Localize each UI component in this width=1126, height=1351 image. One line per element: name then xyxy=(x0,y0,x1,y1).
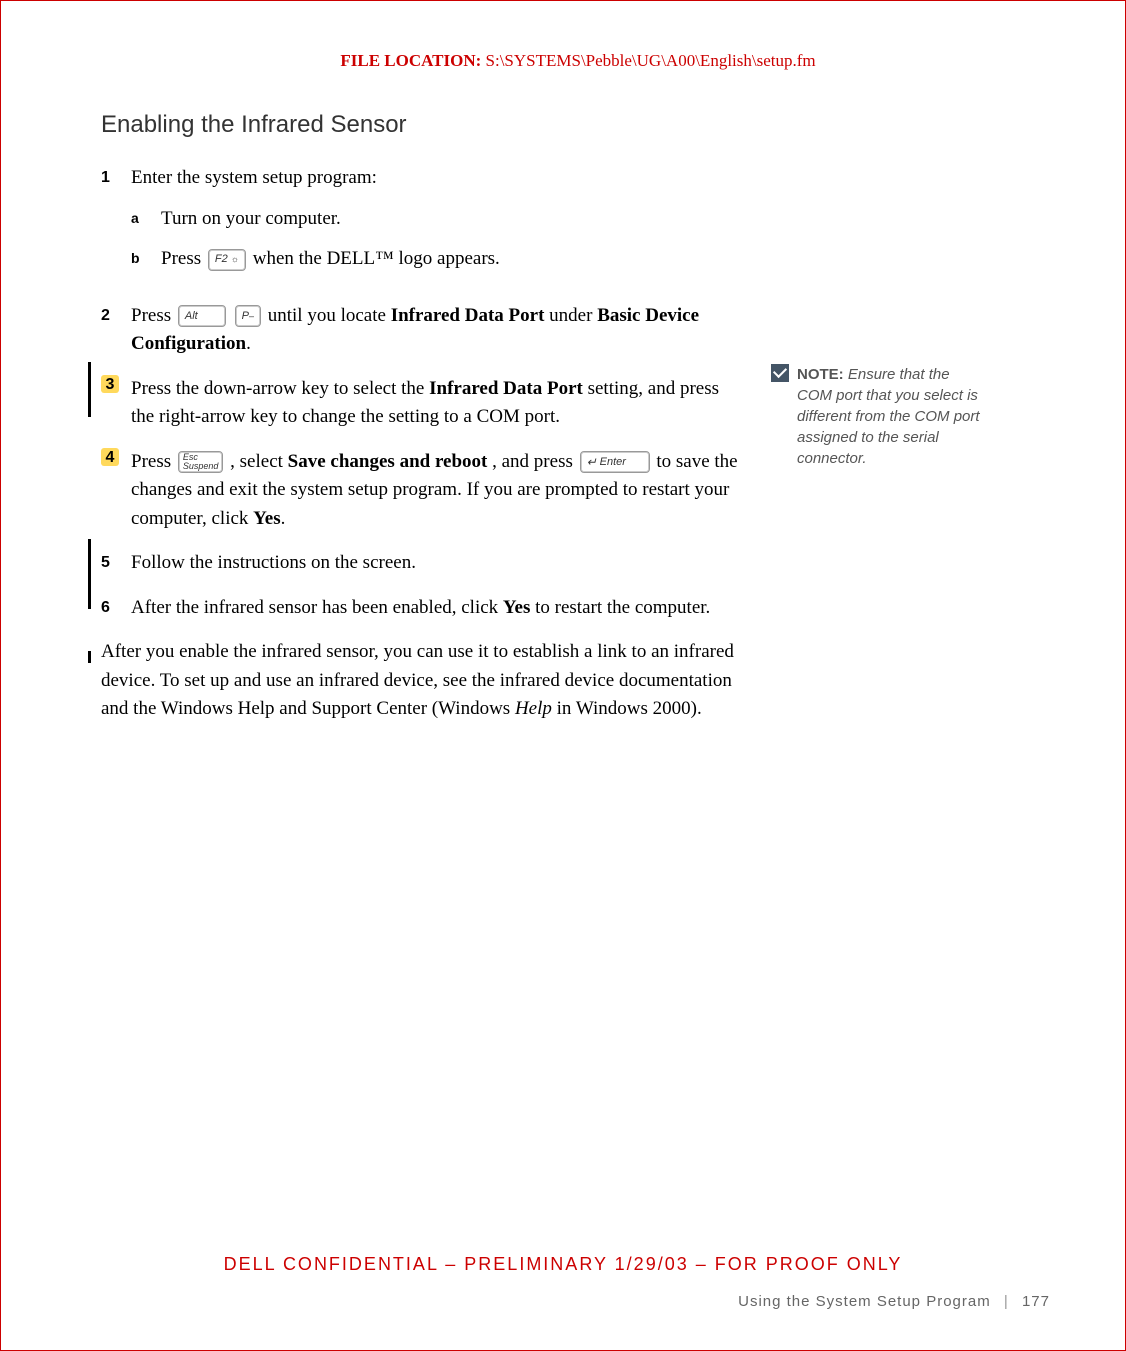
sidebar-note: NOTE: Ensure that the COM port that you … xyxy=(771,364,981,724)
document-page: FILE LOCATION: S:\SYSTEMS\Pebble\UG\A00\… xyxy=(1,1,1125,1350)
key-label-bottom: Suspend xyxy=(183,462,219,471)
text-fragment: until you locate xyxy=(268,305,391,326)
section-title: Enabling the Infrared Sensor xyxy=(101,111,1055,139)
bold-text: Save changes and reboot xyxy=(288,451,488,472)
key-label: Enter xyxy=(600,454,626,471)
change-bar xyxy=(88,362,91,417)
file-location-label: FILE LOCATION: xyxy=(340,51,481,70)
substep-text: Turn on your computer. xyxy=(161,205,741,234)
note-check-icon xyxy=(771,364,789,382)
p-key-icon: P – xyxy=(235,305,261,327)
step-number: 6 xyxy=(101,594,131,620)
substep-letter: b xyxy=(131,245,161,274)
sub-list: a Turn on your computer. b Press F2☼ whe… xyxy=(131,205,741,274)
bold-text: Yes xyxy=(503,597,530,618)
text-fragment: to restart the computer. xyxy=(535,597,710,618)
text-fragment: , select xyxy=(230,451,288,472)
step-number-highlighted: 4 xyxy=(101,448,119,466)
esc-key-icon: EscSuspend xyxy=(178,451,224,473)
text-fragment: . xyxy=(281,508,286,529)
footer-divider: | xyxy=(1004,1293,1009,1310)
bold-text: Infrared Data Port xyxy=(429,378,583,399)
content-wrap: 1 Enter the system setup program: a Turn… xyxy=(101,164,1055,724)
file-location-path: S:\SYSTEMS\Pebble\UG\A00\English\setup.f… xyxy=(481,51,815,70)
bold-text: Infrared Data Port xyxy=(391,305,545,326)
file-location-header: FILE LOCATION: S:\SYSTEMS\Pebble\UG\A00\… xyxy=(101,51,1055,71)
substep-text: Press F2☼ when the DELL™ logo appears. xyxy=(161,245,741,274)
note-label: NOTE: xyxy=(797,366,848,383)
substep-b: b Press F2☼ when the DELL™ logo appears. xyxy=(131,245,741,274)
step-text: Enter the system setup program: xyxy=(131,167,377,188)
brightness-icon: ☼ xyxy=(231,253,239,267)
note-block: NOTE: Ensure that the COM port that you … xyxy=(771,364,981,469)
confidential-footer: DELL CONFIDENTIAL – PRELIMINARY 1/29/03 … xyxy=(1,1254,1125,1275)
key-sublabel: – xyxy=(249,312,254,321)
bold-text: Yes xyxy=(253,508,280,529)
key-label: F2 xyxy=(215,251,228,268)
step-5: 5 Follow the instructions on the screen. xyxy=(101,549,741,578)
step-number: 1 xyxy=(101,164,131,190)
text-fragment: Press xyxy=(131,305,176,326)
text-fragment: After the infrared sensor has been enabl… xyxy=(131,597,503,618)
step-number-highlighted: 3 xyxy=(101,375,119,393)
page-number: 177 xyxy=(1022,1293,1050,1310)
step-2: 2 Press Alt P – until you locate Infrare… xyxy=(101,302,741,359)
enter-key-icon: ↵Enter xyxy=(580,451,650,473)
text-fragment: in Windows 2000). xyxy=(552,698,702,719)
step-6: 6 After the infrared sensor has been ena… xyxy=(101,594,741,623)
substep-letter: a xyxy=(131,205,161,234)
step-body: After the infrared sensor has been enabl… xyxy=(131,594,741,623)
step-body: Press Alt P – until you locate Infrared … xyxy=(131,302,741,359)
f2-key-icon: F2☼ xyxy=(208,249,246,271)
main-content: 1 Enter the system setup program: a Turn… xyxy=(101,164,741,724)
text-fragment: , and press xyxy=(492,451,577,472)
italic-text: Help xyxy=(515,698,552,719)
text-fragment: under xyxy=(549,305,597,326)
step-number: 2 xyxy=(101,302,131,328)
step-body: Enter the system setup program: a Turn o… xyxy=(131,164,741,286)
enter-arrow-icon: ↵ xyxy=(587,453,597,471)
text-fragment: when the DELL™ logo appears. xyxy=(253,248,500,269)
step-4: 4 Press EscSuspend , select Save changes… xyxy=(101,448,741,534)
footer-section-title: Using the System Setup Program xyxy=(738,1293,991,1310)
key-label: P xyxy=(242,308,249,325)
step-1: 1 Enter the system setup program: a Turn… xyxy=(101,164,741,286)
step-3: 3 Press the down-arrow key to select the… xyxy=(101,375,741,432)
text-fragment: Press the down-arrow key to select the xyxy=(131,378,429,399)
change-bar xyxy=(88,539,91,609)
step-number: 5 xyxy=(101,549,131,575)
change-bar xyxy=(88,651,91,663)
text-fragment: Press xyxy=(131,451,176,472)
note-text: NOTE: Ensure that the COM port that you … xyxy=(797,364,981,469)
closing-paragraph: After you enable the infrared sensor, yo… xyxy=(101,638,741,724)
text-fragment: . xyxy=(246,333,251,354)
step-body: Follow the instructions on the screen. xyxy=(131,549,741,578)
substep-a: a Turn on your computer. xyxy=(131,205,741,234)
page-footer: Using the System Setup Program | 177 xyxy=(738,1293,1050,1310)
step-body: Press the down-arrow key to select the I… xyxy=(131,375,741,432)
step-list: 1 Enter the system setup program: a Turn… xyxy=(101,164,741,622)
text-fragment: Press xyxy=(161,248,206,269)
step-body: Press EscSuspend , select Save changes a… xyxy=(131,448,741,534)
alt-key-icon: Alt xyxy=(178,305,226,327)
